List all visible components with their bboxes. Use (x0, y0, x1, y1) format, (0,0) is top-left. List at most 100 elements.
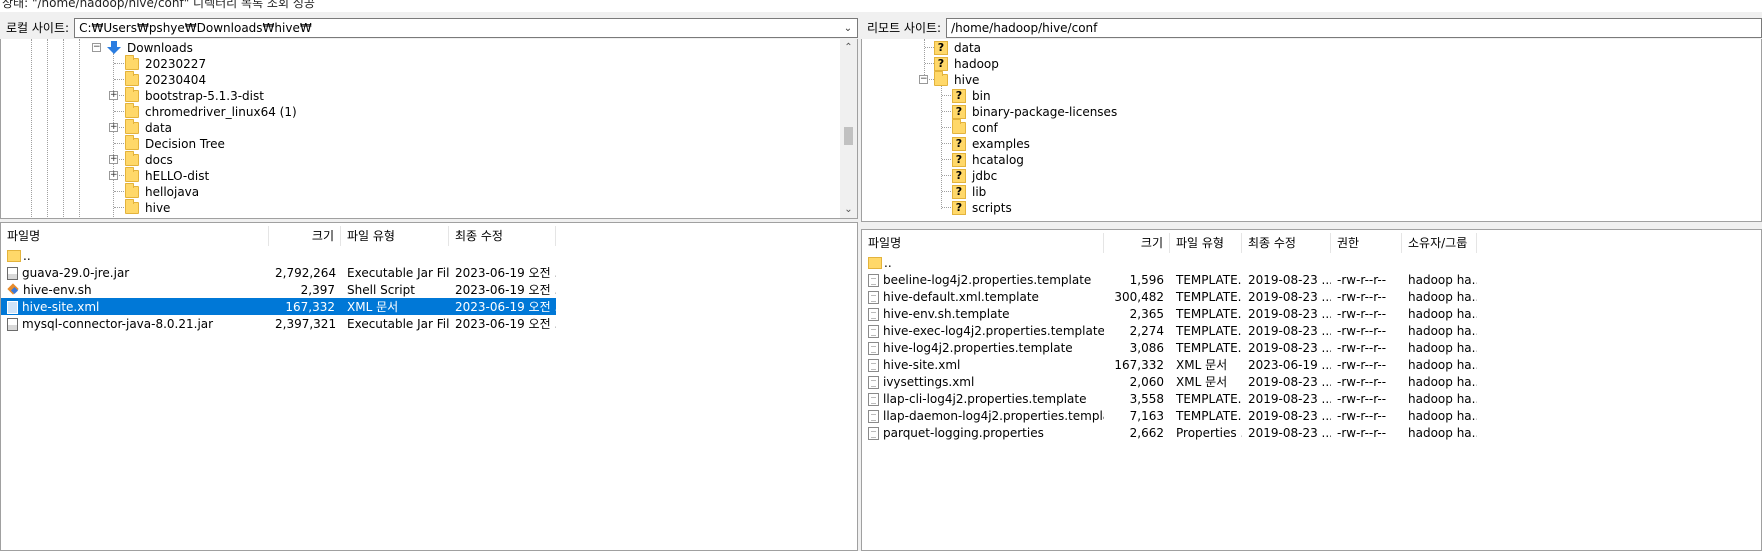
table-row[interactable]: llap-cli-log4j2.properties.template 3,558… (862, 390, 1477, 407)
parent-directory-row[interactable]: .. (1, 247, 556, 264)
tree-item-label: examples (972, 137, 1030, 151)
file-icon (868, 273, 879, 287)
file-name: llap-cli-log4j2.properties.template (883, 391, 1087, 406)
file-modified-cell: 2019-08-23 ... (1248, 272, 1331, 287)
column-header-size[interactable]: 크기 (1104, 233, 1170, 253)
file-owner-cell: hadoop ha... (1408, 357, 1477, 372)
column-header-type[interactable]: 파일 유형 (341, 226, 449, 246)
file-name-cell: .. (1, 249, 269, 263)
file-type-cell: Executable Jar File (347, 316, 449, 331)
tree-guide-line (942, 175, 951, 176)
local-tree-scrollbar[interactable]: ⌃ ⌄ (840, 39, 857, 218)
tree-item-scripts[interactable]: ? scripts (952, 199, 1012, 217)
tree-item-label: lib (972, 185, 987, 199)
tree-guide-line (942, 207, 951, 208)
file-type-cell: Properties ... (1176, 425, 1242, 440)
file-modified-cell: 2019-08-23 ... (1248, 391, 1331, 406)
file-type-cell: XML 문서 (347, 300, 399, 314)
folder-icon (125, 103, 139, 118)
expand-icon[interactable]: + (109, 171, 118, 180)
column-header-owner[interactable]: 소유자/그룹 (1402, 233, 1477, 253)
column-header-name[interactable]: 파일명 ⌃ (862, 233, 1104, 253)
table-row[interactable]: ivysettings.xml 2,060 XML 문서 2019-08-23 ...… (862, 373, 1477, 390)
file-name-cell: guava-29.0-jre.jar (1, 266, 269, 280)
column-header-modified[interactable]: 최종 수정 (449, 226, 556, 246)
expand-icon[interactable]: + (109, 155, 118, 164)
column-header-permissions[interactable]: 권한 (1331, 233, 1402, 253)
tree-guide-line (114, 207, 124, 208)
folder-icon (125, 87, 139, 102)
tree-guide-line (31, 39, 32, 218)
tree-item-label: jdbc (972, 169, 998, 183)
folder-icon (125, 71, 139, 86)
file-size-cell: 2,792,264 (275, 265, 337, 280)
tree-guide-line (942, 111, 951, 112)
collapse-icon[interactable]: − (919, 75, 928, 84)
chevron-down-icon[interactable]: ⌄ (839, 23, 857, 34)
remote-path-combobox[interactable]: /home/hadoop/hive/conf (946, 18, 1762, 38)
table-row[interactable]: guava-29.0-jre.jar 2,792,264 Executable Ja… (1, 264, 556, 281)
tree-item-hive[interactable]: hive (125, 199, 170, 217)
table-row[interactable]: mysql-connector-java-8.0.21.jar 2,397,321… (1, 315, 556, 332)
file-size-cell: 2,365 (1129, 306, 1164, 321)
file-modified-cell: 2023-06-19 오전 ... (455, 283, 556, 297)
tree-guide-line (942, 127, 951, 128)
folder-icon (125, 55, 139, 70)
tree-item-label: Decision Tree (145, 137, 225, 151)
tree-item-label: 20230404 (145, 73, 207, 87)
table-row[interactable]: hive-default.xml.template 300,482 TEMPLATE… (862, 288, 1477, 305)
file-name-cell: hive-site.xml (862, 358, 1104, 372)
table-row[interactable]: llap-daemon-log4j2.properties.template 7,… (862, 407, 1477, 424)
tree-item-label: bin (972, 89, 991, 103)
parent-directory-label: .. (23, 248, 31, 263)
file-size-cell: 2,060 (1129, 374, 1164, 389)
collapse-icon[interactable]: − (92, 43, 101, 52)
table-row[interactable]: hive-site.xml 167,332 XML 문서 2023-06-19 ...… (862, 356, 1477, 373)
tree-item-label: hcatalog (972, 153, 1024, 167)
local-file-list[interactable]: 파일명 ⌃ 크기 파일 유형 최종 수정 .. guava-29.0-jre.ja… (0, 222, 858, 551)
file-modified-cell: 2019-08-23 ... (1248, 306, 1331, 321)
remote-path-input[interactable]: /home/hadoop/hive/conf (951, 21, 1761, 35)
column-header-name[interactable]: 파일명 ⌃ (1, 226, 269, 246)
remote-directory-tree[interactable]: ? data? hadoop − hive? bin? binary-package-lic… (861, 39, 1762, 222)
scroll-up-icon[interactable]: ⌃ (840, 39, 857, 56)
scroll-down-icon[interactable]: ⌄ (840, 201, 857, 218)
column-header-size[interactable]: 크기 (269, 226, 341, 246)
file-size-cell: 2,397,321 (275, 316, 337, 331)
tree-item-label: chromedriver_linux64 (1) (145, 105, 297, 119)
remote-file-list[interactable]: 파일명 ⌃ 크기 파일 유형 최종 수정 권한 소유자/그룹 .. beeline… (861, 229, 1762, 551)
table-row[interactable]: hive-log4j2.properties.template 3,086 TEMP… (862, 339, 1477, 356)
table-row[interactable]: hive-env.sh 2,397 Shell Script 2023-06-19 오… (1, 281, 556, 298)
tree-guide-line (114, 191, 124, 192)
tree-guide-line (113, 53, 114, 218)
unknown-folder-icon: ? (952, 153, 966, 167)
file-name: beeline-log4j2.properties.template (883, 272, 1092, 287)
unknown-folder-icon: ? (934, 41, 948, 55)
tree-item-label: data (145, 121, 173, 135)
table-row[interactable]: parquet-logging.properties 2,662 Propertie… (862, 424, 1477, 441)
unknown-folder-icon: ? (952, 137, 966, 151)
file-type-cell: Shell Script (347, 282, 415, 297)
tree-guide-line (942, 159, 951, 160)
file-icon (868, 392, 879, 406)
table-row[interactable]: hive-env.sh.template 2,365 TEMPLATE... 2019… (862, 305, 1477, 322)
table-row[interactable]: hive-exec-log4j2.properties.template 2,27… (862, 322, 1477, 339)
file-icon (868, 290, 879, 304)
local-path-input[interactable]: C:₩Users₩pshye₩Downloads₩hive₩ (79, 21, 839, 35)
file-type-cell: TEMPLATE... (1176, 306, 1242, 321)
tree-guide-line (114, 143, 124, 144)
folder-icon (952, 119, 966, 134)
scrollbar-thumb[interactable] (844, 127, 853, 145)
table-row[interactable]: hive-site.xml 167,332 XML 문서 2023-06-19 오전 … (1, 298, 556, 315)
parent-directory-row[interactable]: .. (862, 254, 1477, 271)
column-header-type[interactable]: 파일 유형 (1170, 233, 1242, 253)
file-modified-cell: 2023-06-19 ... (1248, 357, 1331, 372)
local-directory-tree[interactable]: − Downloads 20230227 20230404 + bootstrap-5.1… (0, 39, 858, 219)
local-path-combobox[interactable]: C:₩Users₩pshye₩Downloads₩hive₩ ⌄ (74, 18, 858, 38)
file-modified-cell: 2023-06-19 오전 ... (455, 300, 556, 314)
table-row[interactable]: beeline-log4j2.properties.template 1,596 T… (862, 271, 1477, 288)
column-header-modified[interactable]: 최종 수정 (1242, 233, 1331, 253)
expand-icon[interactable]: + (109, 91, 118, 100)
expand-icon[interactable]: + (109, 123, 118, 132)
file-name-cell: hive-env.sh.template (862, 307, 1104, 321)
